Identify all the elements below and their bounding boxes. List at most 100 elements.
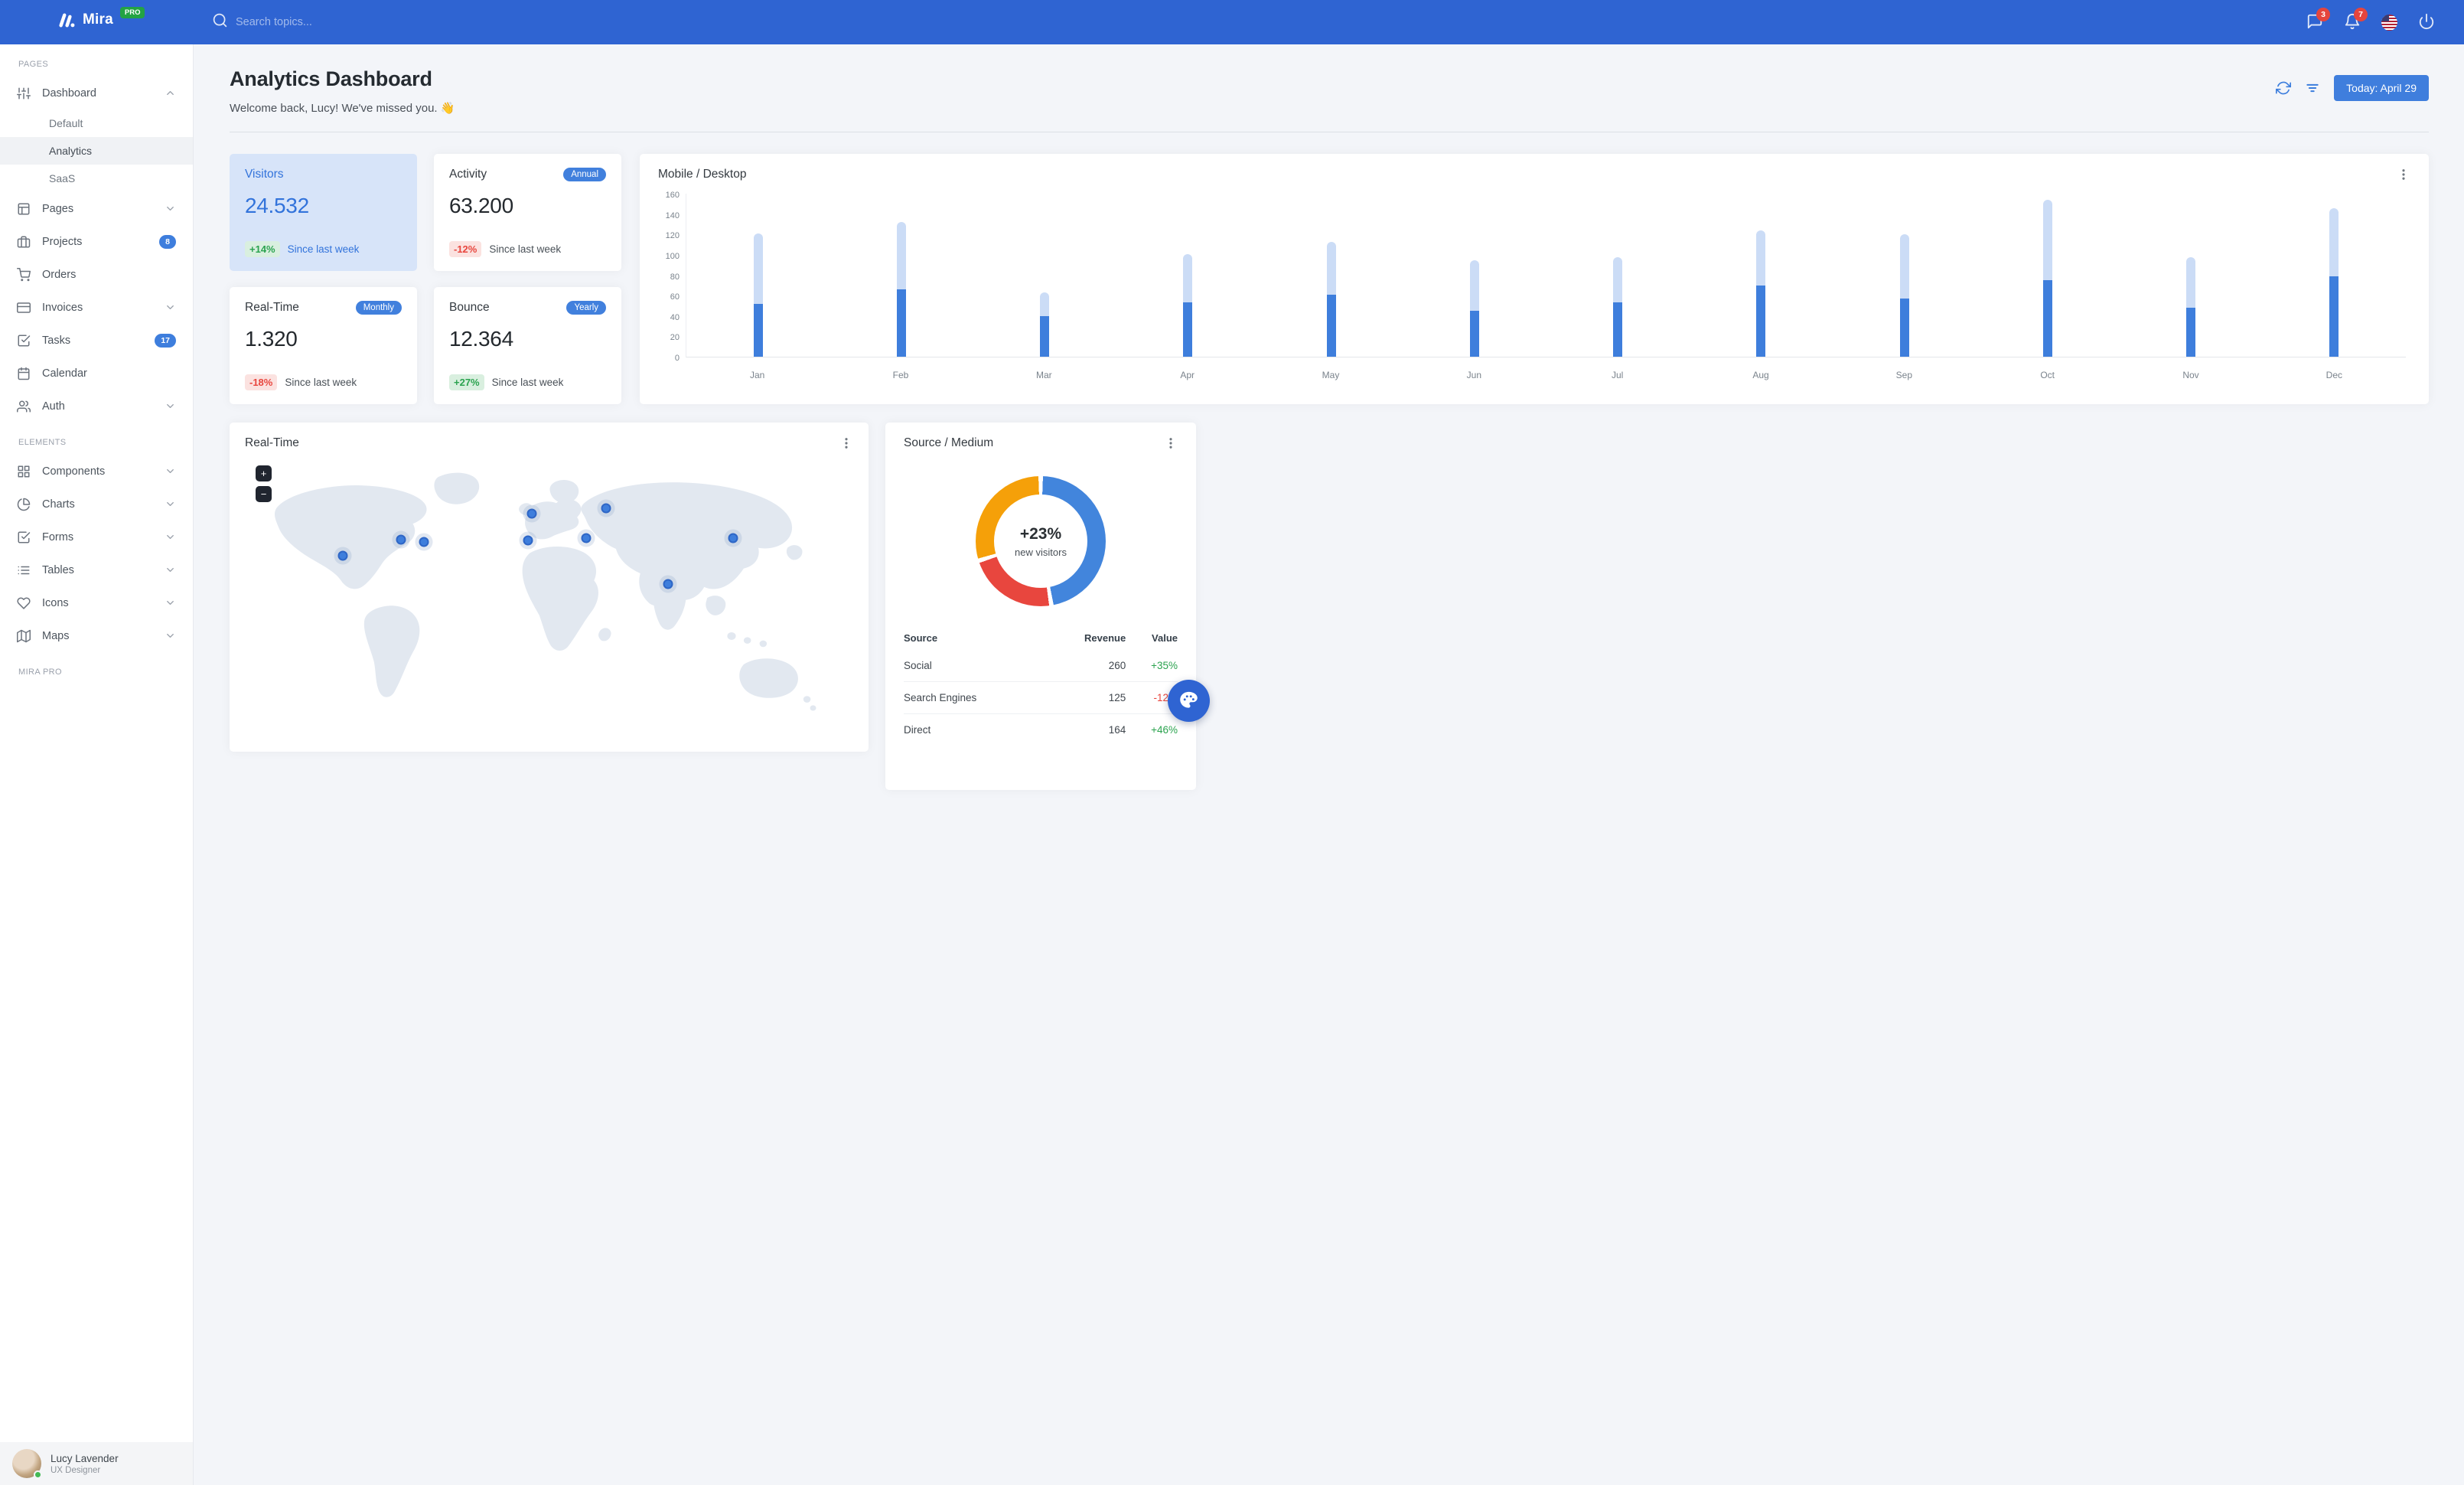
marker-new-york[interactable] [419, 537, 429, 547]
bar-may[interactable] [1326, 241, 1336, 357]
table-header: Value [1152, 632, 1178, 644]
power-icon [2418, 13, 2435, 32]
marker-ankara[interactable] [581, 533, 592, 543]
notifications-count-badge: 7 [2354, 7, 2368, 21]
marker-san-francisco[interactable] [337, 550, 348, 561]
bar-aug[interactable] [1756, 230, 1766, 357]
notifications-button[interactable]: 7 [2344, 7, 2368, 32]
period-badge[interactable]: Annual [563, 168, 606, 181]
users-icon [17, 400, 31, 413]
desktop-segment [1899, 234, 1909, 299]
sidebar-item-calendar[interactable]: Calendar [0, 357, 193, 390]
delta-badge: -18% [245, 374, 278, 390]
period-badge[interactable]: Yearly [566, 301, 606, 315]
sidebar-item-tables[interactable]: Tables [0, 553, 193, 586]
filter-button[interactable] [2305, 80, 2320, 96]
y-axis-tick: 120 [665, 231, 680, 241]
sidebar-item-analytics[interactable]: Analytics [0, 137, 193, 165]
sidebar-item-label: Tasks [42, 334, 71, 347]
top-navbar: Mira PRO 3 7 [0, 0, 2464, 44]
marker-delhi[interactable] [663, 579, 673, 589]
y-axis-tick: 40 [670, 312, 680, 322]
bar-mar[interactable] [1040, 292, 1050, 357]
kebab-icon [2402, 169, 2405, 180]
bar-jan[interactable] [753, 233, 763, 357]
brand[interactable]: Mira PRO [0, 7, 194, 34]
x-axis-label: May [1322, 370, 1340, 380]
welcome-message: Welcome back, Lucy! We've missed you. 👋 [230, 102, 455, 115]
brand-name: Mira [83, 11, 113, 28]
more-options-button[interactable] [1164, 436, 1178, 450]
marker-beijing[interactable] [728, 533, 738, 543]
card-title: Real-Time [245, 436, 299, 449]
marker-london[interactable] [526, 508, 537, 519]
sidebar-item-auth[interactable]: Auth [0, 390, 193, 423]
more-options-button[interactable] [2397, 168, 2410, 181]
marker-madrid[interactable] [523, 535, 533, 546]
stat-value: 24.532 [245, 194, 309, 217]
value-cell: +35% [1151, 660, 1178, 671]
sidebar-item-saas[interactable]: SaaS [0, 165, 193, 192]
sidebar-item-default[interactable]: Default [0, 109, 193, 137]
theme-settings-fab[interactable] [1168, 680, 1210, 722]
bar-apr[interactable] [1183, 253, 1193, 357]
mobile-desktop-card: Mobile / Desktop 0 20 40 60 80 100 120 140 160 Ja… [640, 154, 2429, 404]
bar-jun[interactable] [1469, 259, 1479, 357]
bar-sep[interactable] [1899, 234, 1909, 357]
stat-title: Activity [449, 168, 487, 181]
sign-out-button[interactable] [2418, 13, 2435, 32]
world-map[interactable]: + − [245, 456, 853, 729]
sidebar-item-label: Tables [42, 563, 74, 576]
bar-oct[interactable] [2042, 200, 2052, 357]
language-selector-button[interactable] [2381, 14, 2397, 31]
sidebar-item-tasks[interactable]: Tasks 17 [0, 324, 193, 357]
stat-title: Visitors [245, 168, 284, 181]
marker-moscow[interactable] [601, 503, 611, 514]
sidebar-item-forms[interactable]: Forms [0, 521, 193, 553]
chevron-down-icon [165, 597, 176, 609]
stat-title: Real-Time [245, 301, 299, 314]
page-title: Analytics Dashboard [230, 67, 432, 90]
x-axis-label: Mar [1035, 370, 1052, 380]
delta-badge: +14% [245, 241, 280, 257]
map-zoom-out-button[interactable]: − [256, 486, 272, 502]
sidebar-item-label: Orders [42, 268, 77, 281]
y-axis-tick: 140 [665, 211, 680, 220]
sidebar-item-pages[interactable]: Pages [0, 192, 193, 225]
sliders-icon [17, 86, 31, 100]
list-icon [17, 563, 31, 577]
bar-dec[interactable] [2329, 207, 2339, 357]
y-axis-tick: 160 [665, 191, 680, 200]
date-range-button[interactable]: Today: April 29 [2334, 75, 2429, 101]
desktop-segment [1469, 259, 1479, 312]
sidebar-item-maps[interactable]: Maps [0, 619, 193, 652]
x-axis-label: Sep [1895, 370, 1913, 380]
messages-button[interactable]: 3 [2306, 7, 2330, 32]
sidebar-item-projects[interactable]: Projects 8 [0, 225, 193, 258]
sidebar-item-orders[interactable]: Orders [0, 258, 193, 291]
table-header: Source [904, 632, 938, 644]
map-zoom-in-button[interactable]: + [256, 465, 272, 481]
messages-count-badge: 3 [2316, 7, 2330, 21]
mobile-segment [1613, 302, 1623, 357]
bar-feb[interactable] [896, 222, 906, 357]
kebab-icon [1169, 438, 1172, 449]
source-cell: Direct [904, 713, 1046, 746]
bar-nov[interactable] [2186, 256, 2196, 357]
sidebar-item-icons[interactable]: Icons [0, 586, 193, 619]
sidebar-user[interactable]: Lucy Lavender UX Designer [0, 1442, 193, 1485]
more-options-button[interactable] [839, 436, 853, 450]
desktop-segment [896, 222, 906, 290]
sidebar-item-dashboard[interactable]: Dashboard [0, 77, 193, 109]
marker-chicago[interactable] [396, 534, 406, 545]
sidebar-item-components[interactable]: Components [0, 455, 193, 488]
sidebar-item-invoices[interactable]: Invoices [0, 291, 193, 324]
mobile-segment [1756, 285, 1766, 357]
period-badge[interactable]: Monthly [355, 301, 402, 315]
search-input[interactable] [236, 16, 427, 28]
bar-jul[interactable] [1613, 256, 1623, 357]
sidebar-item-charts[interactable]: Charts [0, 488, 193, 521]
refresh-button[interactable] [2276, 80, 2292, 96]
donut-center-value: +23% [1019, 524, 1062, 543]
x-axis-label: Jul [1611, 370, 1624, 380]
